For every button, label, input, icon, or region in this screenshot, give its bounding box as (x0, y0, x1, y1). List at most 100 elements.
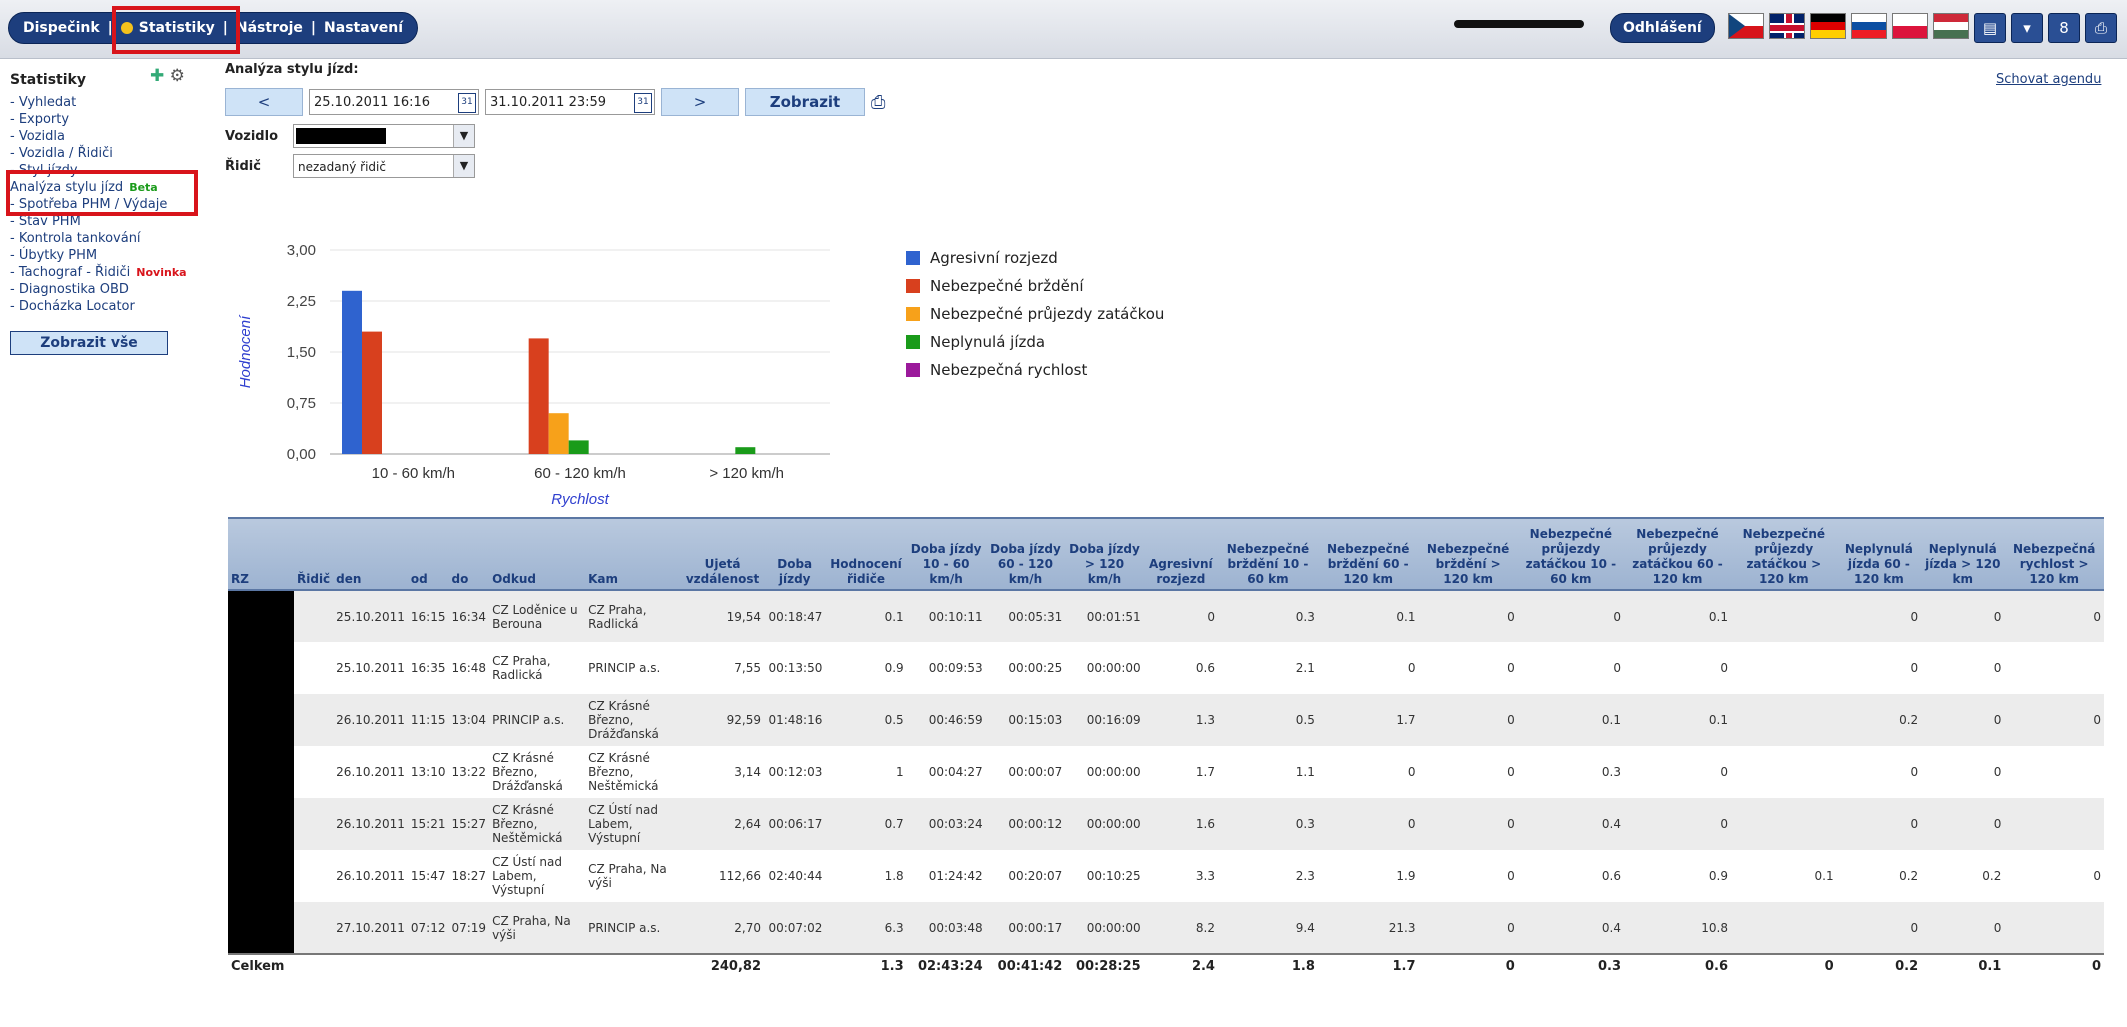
column-header[interactable]: Řidič (294, 517, 334, 591)
nav-dispecink[interactable]: Dispečink (23, 20, 100, 36)
column-header[interactable]: RZ (228, 517, 294, 591)
hide-agenda-link[interactable]: Schovat agendu (1996, 72, 2101, 87)
bar (342, 290, 362, 454)
column-header[interactable]: Neplynulá jízda 60 - 120 km (1836, 517, 1922, 591)
table-cell: 0 (1407, 765, 1416, 779)
table-row[interactable]: 25.10.2011 16:35 16:48 CZ Praha, Radlická PR… (228, 642, 2104, 694)
driver-select[interactable]: nezadaný řidič ▼ (293, 154, 475, 178)
table-cell (1731, 746, 1837, 798)
table-cell: 0.5 (1217, 694, 1318, 746)
total-cell: 1.3 (825, 953, 907, 978)
show-all-button[interactable]: Zobrazit vše (10, 331, 168, 355)
column-header[interactable]: od (407, 517, 449, 591)
table-row[interactable]: 26.10.2011 15:21 15:27 CZ Krásné Březno, Ne… (228, 798, 2104, 850)
table-cell: 00:10:11 (906, 590, 986, 642)
column-header[interactable]: Nebezpečné průjezdy zatáčkou 60 - 120 km (1624, 517, 1731, 591)
table-cell: 13:10 (410, 765, 446, 779)
table-cell: 00:46:59 (906, 694, 986, 746)
sidebar-item-diagnostika[interactable]: - Diagnostika OBD (10, 281, 220, 298)
column-header[interactable]: Hodnocení řidiče (825, 517, 907, 591)
table-cell: 0 (1720, 765, 1728, 779)
table-cell (228, 694, 294, 746)
column-header[interactable]: Ujetá vzdálenost (681, 517, 764, 591)
flag-cz-icon[interactable] (1728, 13, 1764, 39)
legend-item: Nebezpečná rychlost (906, 356, 1164, 384)
table-row[interactable]: 26.10.2011 15:47 18:27 CZ Ústí nad Labem, V… (228, 850, 2104, 902)
flag-pl-icon[interactable] (1892, 13, 1928, 39)
calendar-icon[interactable]: 31 (634, 93, 652, 113)
column-header[interactable]: Nebezpečné brždění > 120 km (1418, 517, 1518, 591)
column-header[interactable]: Doba jízdy 60 - 120 km/h (985, 517, 1066, 591)
table-cell (1731, 642, 1837, 694)
column-header[interactable]: Agresivní rozjezd (1143, 517, 1218, 591)
table-row[interactable]: 26.10.2011 11:15 13:04 PRINCIP a.s. CZ Krásn… (228, 694, 2104, 746)
table-cell: 01:48:16 (764, 694, 826, 746)
table-cell: CZ Praha, Radlická (492, 654, 551, 682)
column-header[interactable]: Nebezpečná rychlost > 120 km (2004, 517, 2104, 591)
table-cell: 2,70 (681, 902, 764, 954)
table-row[interactable]: 26.10.2011 13:10 13:22 CZ Krásné Březno, Dr… (228, 746, 2104, 798)
prev-period-button[interactable]: < (225, 88, 303, 116)
table-row[interactable]: 25.10.2011 16:15 16:34 CZ Loděnice u Beroun… (228, 590, 2104, 642)
calendar-icon[interactable]: 31 (458, 93, 476, 113)
table-cell: 0 (1517, 590, 1624, 642)
sidebar-item-vozidla[interactable]: - Vozidla (10, 128, 220, 145)
sidebar-item-tachograf[interactable]: - Tachograf - Řidiči Novinka (10, 264, 220, 281)
column-header[interactable]: Doba jízdy (764, 517, 826, 591)
column-header[interactable]: Nebezpečné brždění 10 - 60 km (1217, 517, 1318, 591)
column-header[interactable]: Kam (585, 517, 682, 591)
legend-swatch (906, 307, 920, 321)
chevron-down-icon: ▼ (453, 125, 474, 147)
column-header[interactable]: Nebezpečné průjezdy zatáčkou > 120 km (1731, 517, 1837, 591)
export-icon[interactable]: ▤ (1974, 13, 2006, 43)
sidebar-item-kontrola[interactable]: - Kontrola tankování (10, 230, 220, 247)
nav-nastaveni[interactable]: Nastavení (324, 20, 403, 36)
sidebar-item-vyhledat[interactable]: - Vyhledat (10, 94, 220, 111)
rating-chart: 0,00 0,75 1,50 2,25 3,00 10 - 60 km/h 60 - 120… (237, 242, 830, 508)
date-from-input[interactable]: 25.10.2011 16:16 31 (309, 89, 479, 115)
table-cell: 26.10.2011 (336, 765, 405, 779)
table-cell: 0.3 (1217, 798, 1318, 850)
table-cell: 0.1 (1517, 694, 1624, 746)
column-header[interactable]: Odkud (489, 517, 586, 591)
flag-sk-icon[interactable] (1851, 13, 1887, 39)
flag-uk-icon[interactable] (1769, 13, 1805, 39)
column-header[interactable]: Doba jízdy > 120 km/h (1065, 517, 1144, 591)
add-favorite-icon[interactable]: ✚ (150, 66, 164, 86)
total-cell (448, 953, 490, 978)
show-button[interactable]: Zobrazit (745, 88, 865, 116)
table-cell: 92,59 (681, 694, 764, 746)
legend-label: Nebezpečné brždění (930, 277, 1084, 295)
column-header[interactable]: den (333, 517, 408, 591)
column-header[interactable]: Doba jízdy 10 - 60 km/h (906, 517, 986, 591)
sidebar-item-exporty[interactable]: - Exporty (10, 111, 220, 128)
sidebar-item-vozidla-ridici[interactable]: - Vozidla / Řidiči (10, 145, 220, 162)
sidebar-item-ubytky[interactable]: - Úbytky PHM (10, 247, 220, 264)
logout-button[interactable]: Odhlášení (1610, 13, 1715, 43)
table-cell: 00:00:12 (985, 798, 1066, 850)
flag-hu-icon[interactable] (1933, 13, 1969, 39)
help-icon[interactable]: 8 (2048, 13, 2080, 43)
column-header[interactable]: Nebezpečné brždění 60 - 120 km (1317, 517, 1419, 591)
table-cell: 1.3 (1143, 694, 1218, 746)
column-header[interactable]: Neplynulá jízda > 120 km (1921, 517, 2005, 591)
next-period-button[interactable]: > (661, 88, 739, 116)
print-icon[interactable]: ⎙ (871, 92, 891, 113)
total-cell: 2.4 (1143, 953, 1218, 978)
table-cell: 00:01:51 (1065, 590, 1144, 642)
column-header[interactable]: do (448, 517, 490, 591)
nav-nastroje[interactable]: Nástroje (236, 20, 303, 36)
vehicle-select[interactable]: ▼ (293, 124, 475, 148)
flag-de-icon[interactable] (1810, 13, 1846, 39)
table-cell: 15:27 (448, 798, 490, 850)
sidebar-item-dochazka[interactable]: - Docházka Locator (10, 298, 220, 315)
table-cell: 0.1 (1814, 869, 1834, 883)
table-cell: 15:47 (410, 869, 446, 883)
tools-icon[interactable]: ▾ (2011, 13, 2043, 43)
table-cell: 0 (1993, 765, 2002, 779)
column-header[interactable]: Nebezpečné průjezdy zatáčkou 10 - 60 km (1517, 517, 1624, 591)
table-row[interactable]: 27.10.2011 07:12 07:19 CZ Praha, Na výši PRI… (228, 902, 2104, 954)
settings-icon[interactable]: ⚙ (170, 66, 185, 86)
print-icon[interactable]: ⎙ (2085, 13, 2117, 43)
date-to-input[interactable]: 31.10.2011 23:59 31 (485, 89, 655, 115)
